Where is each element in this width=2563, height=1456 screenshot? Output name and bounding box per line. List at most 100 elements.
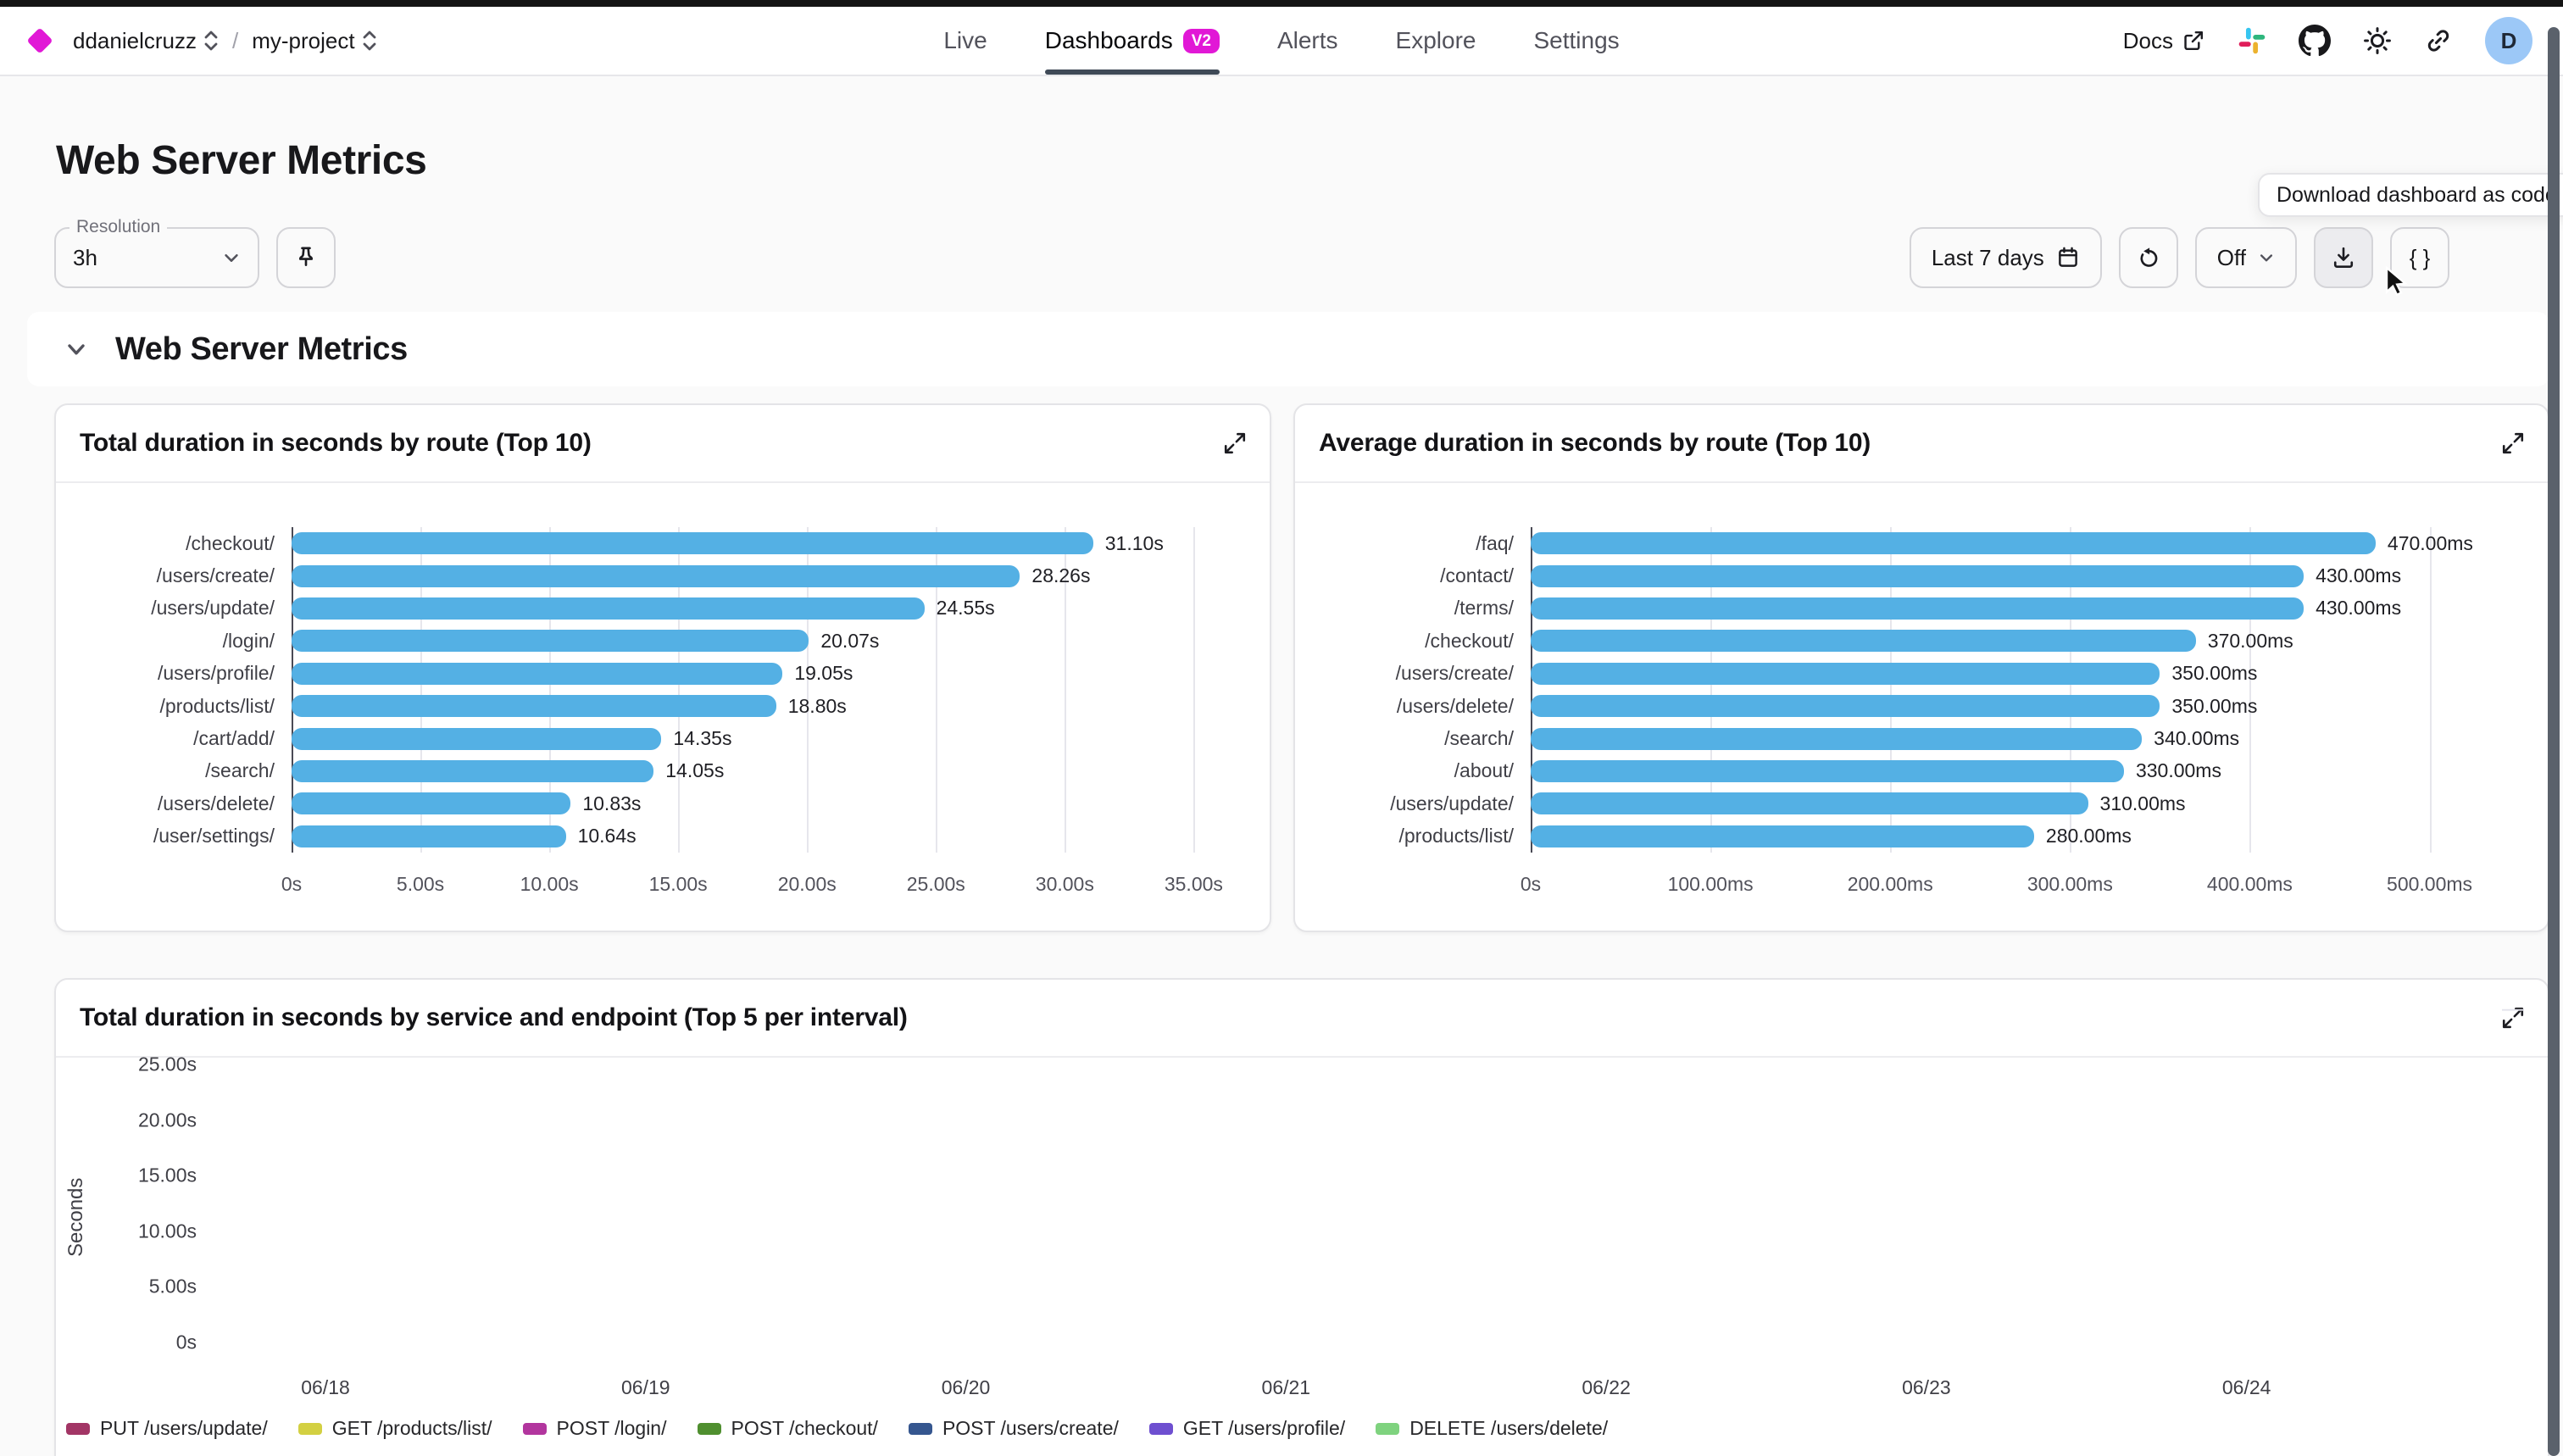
legend-item[interactable]: PUT /users/update/ — [66, 1417, 268, 1440]
legend-label: POST /checkout/ — [731, 1417, 878, 1440]
legend-item[interactable]: POST /users/create/ — [909, 1417, 1119, 1440]
bar[interactable] — [1531, 565, 2304, 587]
time-range-button[interactable]: Last 7 days — [1910, 227, 2102, 288]
bar[interactable] — [292, 630, 809, 652]
legend-swatch — [909, 1423, 932, 1435]
legend-item[interactable]: GET /users/profile/ — [1149, 1417, 1345, 1440]
bar-row: 310.00ms — [1531, 787, 2510, 820]
legend-label: PUT /users/update/ — [100, 1417, 268, 1440]
refresh-button[interactable] — [2119, 227, 2178, 288]
category-label: /login/ — [56, 625, 292, 657]
tooltip-download-dashboard-as-code: Download dashboard as code — [2258, 173, 2563, 217]
bar-value-label: 340.00ms — [2154, 727, 2239, 750]
panel-header: Average duration in seconds by route (To… — [1295, 405, 2548, 483]
nav-tabs: Live Dashboards V2 Alerts Explore Settin… — [0, 7, 2563, 75]
y-axis-title: Seconds — [56, 1061, 97, 1373]
category-label: /checkout/ — [1295, 625, 1531, 657]
expand-icon[interactable] — [2502, 432, 2524, 454]
legend-label: POST /login/ — [557, 1417, 667, 1440]
legend-label: GET /users/profile/ — [1183, 1417, 1345, 1440]
auto-refresh-select[interactable]: Off — [2195, 227, 2297, 288]
bar[interactable] — [292, 597, 925, 620]
pin-dashboard-button[interactable] — [276, 227, 336, 288]
category-label: /users/update/ — [1295, 787, 1531, 820]
bar[interactable] — [292, 565, 1020, 587]
tab-settings[interactable]: Settings — [1533, 7, 1619, 75]
expand-icon[interactable] — [1224, 432, 1246, 454]
legend-swatch — [698, 1423, 721, 1435]
bar-value-label: 350.00ms — [2171, 695, 2257, 718]
bar[interactable] — [1531, 597, 2304, 620]
resolution-value: 3h — [73, 245, 97, 271]
bar-value-label: 31.10s — [1105, 532, 1164, 555]
tab-explore[interactable]: Explore — [1396, 7, 1476, 75]
bar-value-label: 430.00ms — [2316, 564, 2401, 587]
x-tick-label: 06/21 — [1262, 1376, 1311, 1399]
legend-swatch — [298, 1423, 322, 1435]
bar[interactable] — [1531, 532, 2376, 554]
x-tick-label: 200.00ms — [1848, 873, 1933, 896]
legend-swatch — [1376, 1423, 1399, 1435]
bar[interactable] — [292, 792, 570, 814]
bar-row: 330.00ms — [1531, 755, 2510, 787]
bar[interactable] — [1531, 825, 2034, 847]
bar-value-label: 10.64s — [578, 825, 637, 847]
v2-badge: V2 — [1183, 29, 1220, 53]
area-plot[interactable] — [210, 1061, 2487, 1373]
x-tick-label: 15.00s — [649, 873, 708, 896]
tab-live[interactable]: Live — [943, 7, 987, 75]
scrollbar[interactable] — [2548, 27, 2560, 1456]
legend-label: GET /products/list/ — [332, 1417, 492, 1440]
section-web-server-metrics[interactable]: Web Server Metrics — [27, 312, 2549, 386]
y-tick-label: 25.00s — [138, 1053, 197, 1076]
legend-item[interactable]: DELETE /users/delete/ — [1376, 1417, 1608, 1440]
x-tick-label: 06/18 — [301, 1376, 350, 1399]
bar[interactable] — [1531, 728, 2142, 750]
bar-row: 28.26s — [292, 559, 1232, 592]
bar[interactable] — [1531, 630, 2196, 652]
x-tick-label: 25.00s — [907, 873, 965, 896]
panel-header: Total duration in seconds by route (Top … — [56, 405, 1270, 483]
bar[interactable] — [1531, 760, 2124, 782]
bar[interactable] — [1531, 792, 2088, 814]
x-tick-label: 5.00s — [397, 873, 444, 896]
panel-average-duration-by-route: Average duration in seconds by route (To… — [1293, 403, 2549, 932]
bar[interactable] — [292, 663, 782, 685]
bar[interactable] — [292, 825, 566, 847]
chevron-down-icon — [2258, 249, 2275, 266]
bar-value-label: 14.05s — [665, 759, 724, 782]
panel-header: Total duration in seconds by service and… — [56, 980, 2548, 1058]
legend-label: DELETE /users/delete/ — [1409, 1417, 1608, 1440]
x-tick-label: 20.00s — [778, 873, 837, 896]
x-tick-label: 400.00ms — [2207, 873, 2293, 896]
bar-value-label: 310.00ms — [2100, 792, 2186, 815]
bar-row: 19.05s — [292, 658, 1232, 690]
bar[interactable] — [292, 695, 776, 717]
resolution-select[interactable]: Resolution 3h — [54, 227, 259, 288]
bar[interactable] — [1531, 695, 2160, 717]
legend-item[interactable]: GET /products/list/ — [298, 1417, 492, 1440]
bar-value-label: 14.35s — [673, 727, 731, 750]
category-label: /search/ — [1295, 722, 1531, 754]
tab-alerts[interactable]: Alerts — [1277, 7, 1338, 75]
bar[interactable] — [292, 760, 653, 782]
bar-row: 280.00ms — [1531, 820, 2510, 853]
bar[interactable] — [292, 728, 661, 750]
panel-title: Average duration in seconds by route (To… — [1319, 429, 1871, 458]
chart-legend: PUT /users/update/GET /products/list/POS… — [66, 1417, 2548, 1440]
legend-item[interactable]: POST /checkout/ — [698, 1417, 878, 1440]
download-dashboard-button[interactable] — [2314, 227, 2373, 288]
area-chart-svg — [210, 1061, 2487, 1373]
legend-item[interactable]: POST /login/ — [523, 1417, 667, 1440]
x-tick-label: 100.00ms — [1668, 873, 1754, 896]
top-nav: ddanielcruzz / my-project Live Dashboard… — [0, 7, 2563, 76]
expand-icon[interactable] — [2502, 1007, 2524, 1029]
tab-dashboards[interactable]: Dashboards V2 — [1045, 7, 1220, 75]
bar[interactable] — [292, 532, 1093, 554]
bar-value-label: 18.80s — [788, 695, 847, 718]
bar[interactable] — [1531, 663, 2160, 685]
y-tick-label: 20.00s — [138, 1109, 197, 1131]
y-tick-label: 5.00s — [149, 1275, 197, 1298]
chevron-down-icon — [222, 248, 241, 267]
bar-row: 18.80s — [292, 690, 1232, 722]
